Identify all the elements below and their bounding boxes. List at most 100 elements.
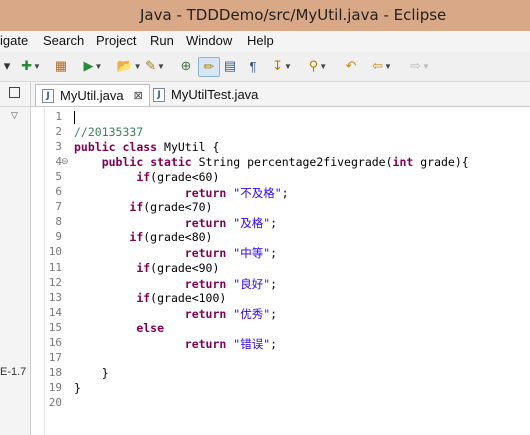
menu-search[interactable]: Search xyxy=(43,33,84,48)
code-line[interactable]: } xyxy=(74,366,109,380)
tab-myutil-java[interactable]: J MyUtil.java ⊠ xyxy=(35,84,150,106)
annotation-next-icon[interactable]: ↧ ▼ xyxy=(267,57,297,75)
string-token: "中等" xyxy=(233,246,271,261)
line-number: 18 xyxy=(48,365,62,379)
tab-myutiltest-java[interactable]: J MyUtilTest.java xyxy=(147,84,258,105)
line-number: 9 xyxy=(55,230,62,244)
code-line[interactable]: public class MyUtil { xyxy=(74,140,219,154)
line-number: 13 xyxy=(48,290,62,304)
menu-bar: igate Search Project Run Window Help xyxy=(0,31,530,52)
code-token: String percentage2fivegrade( xyxy=(191,155,393,170)
close-icon[interactable]: ⊠ xyxy=(134,89,143,102)
code-line[interactable]: if(grade<80) xyxy=(74,230,213,245)
code-line[interactable]: if(grade<60) xyxy=(74,170,219,184)
keyword-token: return xyxy=(184,276,227,291)
line-number: 11 xyxy=(48,260,62,274)
code-token: grade){ xyxy=(413,155,469,170)
code-editor[interactable]: 1 2//20135337 3 public class MyUtil {4 ⊖ pub… xyxy=(31,107,530,435)
comment-token: //20135337 xyxy=(74,125,144,140)
text-caret xyxy=(74,111,75,124)
keyword-token: return xyxy=(184,306,227,321)
debug-run-icon[interactable]: ✚ ▼ xyxy=(16,57,46,75)
code-line[interactable]: } xyxy=(74,381,81,395)
new-dropdown-icon[interactable]: ▾ xyxy=(2,57,12,75)
line-number: 2 xyxy=(55,125,62,139)
tab-label: MyUtil.java xyxy=(60,88,124,103)
keyword-token: if xyxy=(129,230,144,245)
build-icon[interactable]: ▦ xyxy=(53,57,69,75)
menu-navigate[interactable]: igate xyxy=(0,33,28,48)
code-line[interactable]: if(grade<90) xyxy=(74,261,219,275)
menu-run[interactable]: Run xyxy=(150,33,174,48)
highlight-icon[interactable]: ✏ xyxy=(198,57,220,77)
block-icon[interactable]: ▤ xyxy=(222,57,238,75)
keyword-token: return xyxy=(184,336,227,351)
string-token: "良好" xyxy=(233,276,271,291)
keyword-token: if xyxy=(136,170,151,185)
java-file-icon: J xyxy=(42,88,54,103)
wand-icon[interactable]: ✎ ▼ xyxy=(140,57,170,75)
tab-label: MyUtilTest.java xyxy=(171,87,259,102)
keyword-token: if xyxy=(136,260,151,275)
code-token: ; xyxy=(281,186,289,201)
main-toolbar: ▾ ✚ ▼ ▦ ▶ ▼ 📂 ▼ ✎ ▼ ⊕ ✏ ▤ ¶ ↧ ▼ ⚲ ▼ ↶ ⇦ ▼ ⇨ ▼ xyxy=(0,52,530,82)
code-token: } xyxy=(74,380,81,395)
code-token: (grade<80) xyxy=(143,230,213,245)
forward-icon[interactable]: ⇨ ▼ xyxy=(405,57,435,75)
string-token: "及格" xyxy=(233,216,271,231)
string-token: "优秀" xyxy=(233,306,271,321)
pin-icon[interactable]: ⚲ ▼ xyxy=(303,57,333,75)
back-history-icon[interactable]: ↶ xyxy=(342,57,360,75)
fold-toggle-icon[interactable]: ⊖ xyxy=(61,156,71,167)
line-number: 12 xyxy=(48,275,62,289)
keyword-token: static xyxy=(150,155,192,170)
code-line[interactable]: return "中等"; xyxy=(74,245,277,261)
code-line[interactable]: return "不及格"; xyxy=(74,185,289,201)
keyword-token: public xyxy=(101,155,144,170)
run-icon[interactable]: ▶ ▼ xyxy=(78,57,108,75)
string-token: "不及格" xyxy=(233,186,282,201)
line-number: 15 xyxy=(48,320,62,334)
code-line[interactable]: return "错误"; xyxy=(74,336,277,352)
code-line[interactable]: public static String percentage2fivegrad… xyxy=(74,155,469,169)
code-line[interactable]: //20135337 xyxy=(74,125,143,139)
new-package-icon[interactable]: ⊕ xyxy=(177,57,195,75)
restore-icon[interactable] xyxy=(9,87,20,98)
code-line[interactable]: else xyxy=(74,321,164,335)
line-number: 5 xyxy=(55,170,62,184)
panel-header xyxy=(0,82,30,107)
menu-window[interactable]: Window xyxy=(186,33,232,48)
window-title: Java - TDDDemo/src/MyUtil.java - Eclipse xyxy=(140,6,447,24)
code-line[interactable]: return "优秀"; xyxy=(74,306,277,322)
code-line[interactable]: return "良好"; xyxy=(74,276,277,292)
line-number: 6 xyxy=(55,185,62,199)
view-menu-icon[interactable]: ▽ xyxy=(11,110,18,121)
keyword-token: if xyxy=(136,290,151,305)
line-number: 7 xyxy=(55,200,62,214)
menu-project[interactable]: Project xyxy=(96,33,136,48)
jre-library-label[interactable]: E-1.7 xyxy=(0,366,26,378)
back-icon[interactable]: ⇦ ▼ xyxy=(367,57,397,75)
code-token: MyUtil { xyxy=(157,140,220,155)
menu-help[interactable]: Help xyxy=(247,33,274,48)
code-line[interactable]: if(grade<100) xyxy=(74,291,226,305)
line-number: 17 xyxy=(48,350,62,364)
keyword-token: return xyxy=(184,186,227,201)
overview-ruler xyxy=(31,107,45,435)
code-line[interactable]: if(grade<70) xyxy=(74,200,212,214)
line-number: 8 xyxy=(55,215,62,229)
code-token: ; xyxy=(270,276,278,291)
paragraph-icon[interactable]: ¶ xyxy=(245,57,261,75)
code-line[interactable]: return "及格"; xyxy=(74,215,277,231)
code-token: (grade<90) xyxy=(150,260,220,275)
editor-tab-bar: J MyUtil.java ⊠ J MyUtilTest.java xyxy=(31,82,530,107)
code-token: ; xyxy=(270,246,278,261)
